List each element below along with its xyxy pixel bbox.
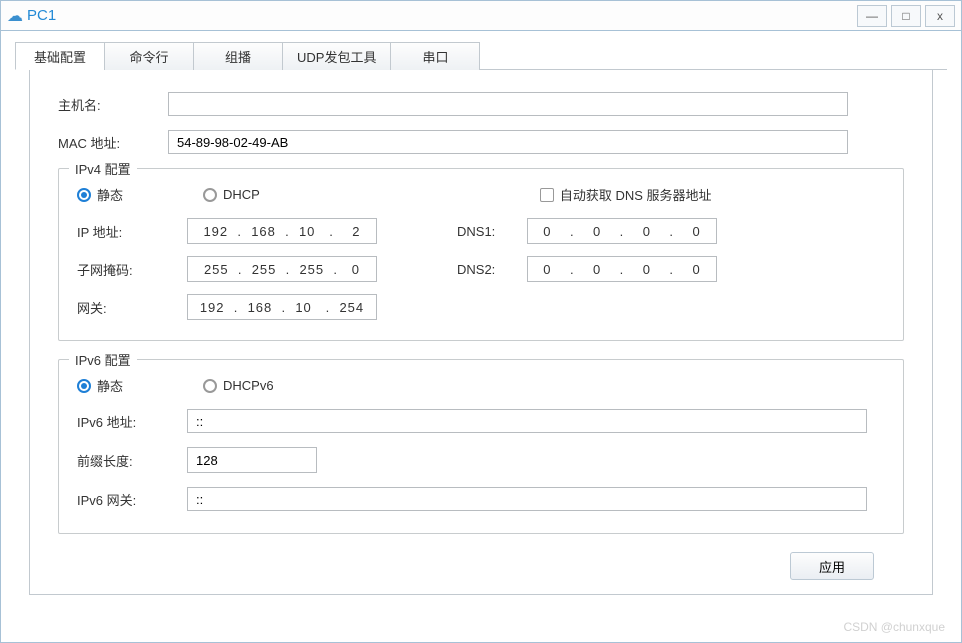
ipv6-addr-input[interactable]	[187, 409, 867, 433]
close-button[interactable]: x	[925, 5, 955, 27]
ipv6-static-label: 静态	[97, 376, 123, 395]
titlebar: ☁ PC1 — □ x	[1, 1, 961, 31]
ipv6-static-radio[interactable]: 静态	[77, 376, 123, 395]
gateway-input[interactable]: 192 . 168 . 10 . 254	[187, 294, 377, 320]
tabs-container: 基础配置 命令行 组播 UDP发包工具 串口 主机名: MAC 地址: IPv4…	[1, 31, 961, 605]
ipv6-gw-label: IPv6 网关:	[77, 490, 187, 509]
auto-dns-checkbox[interactable]: 自动获取 DNS 服务器地址	[540, 185, 712, 204]
ip-label: IP 地址:	[77, 222, 187, 241]
ipv6-prefix-input[interactable]	[187, 447, 317, 473]
mask-input[interactable]: 255 . 255 . 255 . 0	[187, 256, 377, 282]
ip-input[interactable]: 192 . 168 . 10 . 2	[187, 218, 377, 244]
ipv6-prefix-row: 前缀长度:	[77, 447, 885, 473]
minimize-button[interactable]: —	[857, 5, 887, 27]
dns2-input[interactable]: 0 . 0 . 0 . 0	[527, 256, 717, 282]
tab-command-line[interactable]: 命令行	[104, 42, 194, 70]
hostname-row: 主机名:	[58, 92, 904, 116]
ipv6-mode-row: 静态 DHCPv6	[77, 376, 885, 395]
mask-label: 子网掩码:	[77, 260, 187, 279]
tab-basic-config[interactable]: 基础配置	[15, 42, 105, 70]
ipv4-static-radio[interactable]: 静态	[77, 185, 123, 204]
mac-row: MAC 地址:	[58, 130, 904, 154]
auto-dns-label: 自动获取 DNS 服务器地址	[560, 185, 712, 204]
ipv6-dhcp-radio[interactable]: DHCPv6	[203, 378, 274, 393]
cloud-icon: ☁	[7, 6, 23, 26]
app-window: ☁ PC1 — □ x 基础配置 命令行 组播 UDP发包工具 串口 主机名: …	[0, 0, 962, 643]
maximize-button[interactable]: □	[891, 5, 921, 27]
radio-icon	[203, 379, 217, 393]
ipv6-fieldset: IPv6 配置 静态 DHCPv6 IPv6 地址:	[58, 359, 904, 534]
mac-input[interactable]	[168, 130, 848, 154]
tab-multicast[interactable]: 组播	[193, 42, 283, 70]
window-title: PC1	[27, 7, 56, 24]
apply-button[interactable]: 应用	[790, 552, 874, 580]
ipv6-dhcp-label: DHCPv6	[223, 378, 274, 393]
ipv4-static-label: 静态	[97, 185, 123, 204]
radio-icon	[203, 188, 217, 202]
radio-icon	[77, 379, 91, 393]
ipv4-mask-row: 子网掩码: 255 . 255 . 255 . 0 DNS2: 0 . 0 . …	[77, 256, 885, 282]
watermark: CSDN @chunxque	[843, 620, 945, 634]
hostname-input[interactable]	[168, 92, 848, 116]
footer: 应用	[58, 552, 904, 580]
tabs: 基础配置 命令行 组播 UDP发包工具 串口	[15, 41, 947, 70]
ipv4-gw-row: 网关: 192 . 168 . 10 . 254	[77, 294, 885, 320]
dns1-label: DNS1:	[457, 224, 527, 239]
hostname-label: 主机名:	[58, 95, 168, 114]
mac-label: MAC 地址:	[58, 133, 168, 152]
ipv4-dhcp-label: DHCP	[223, 187, 260, 202]
ipv4-legend: IPv4 配置	[69, 159, 137, 178]
tab-udp-tool[interactable]: UDP发包工具	[282, 42, 391, 70]
ipv6-addr-label: IPv6 地址:	[77, 412, 187, 431]
dns2-label: DNS2:	[457, 262, 527, 277]
ipv4-fieldset: IPv4 配置 静态 DHCP 自动获取 DNS 服务器地址	[58, 168, 904, 341]
ipv4-mode-row: 静态 DHCP 自动获取 DNS 服务器地址	[77, 185, 885, 204]
radio-icon	[77, 188, 91, 202]
ipv4-dhcp-radio[interactable]: DHCP	[203, 187, 260, 202]
gw-label: 网关:	[77, 298, 187, 317]
ipv6-addr-row: IPv6 地址:	[77, 409, 885, 433]
tab-serial[interactable]: 串口	[390, 42, 480, 70]
dns1-input[interactable]: 0 . 0 . 0 . 0	[527, 218, 717, 244]
window-controls: — □ x	[853, 5, 955, 27]
ipv4-ip-row: IP 地址: 192 . 168 . 10 . 2 DNS1: 0 . 0 . …	[77, 218, 885, 244]
ipv6-gw-input[interactable]	[187, 487, 867, 511]
checkbox-icon	[540, 188, 554, 202]
ipv6-prefix-label: 前缀长度:	[77, 451, 187, 470]
content-panel: 主机名: MAC 地址: IPv4 配置 静态 DHCP	[29, 70, 933, 595]
ipv6-gw-row: IPv6 网关:	[77, 487, 885, 511]
ipv6-legend: IPv6 配置	[69, 350, 137, 369]
